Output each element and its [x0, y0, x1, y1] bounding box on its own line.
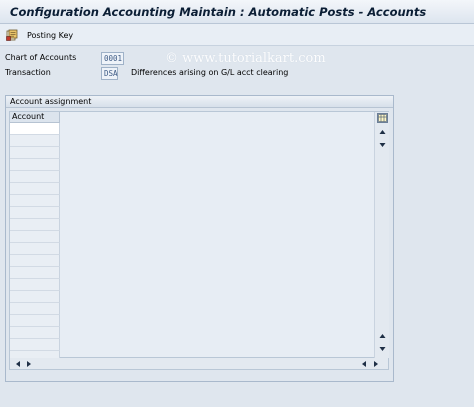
transaction-description: Differences arising on G/L acct clearing — [131, 68, 289, 77]
watermark-text: © www.tutorialkart.com — [165, 51, 326, 66]
chart-of-accounts-label: Chart of Accounts — [5, 53, 77, 62]
table-row[interactable] — [10, 207, 60, 219]
table-row[interactable] — [10, 171, 60, 183]
table-row[interactable] — [10, 327, 60, 339]
table-row[interactable] — [10, 135, 60, 147]
horizontal-scrollbar[interactable] — [9, 358, 389, 370]
posting-key-button[interactable]: Posting Key — [6, 27, 73, 43]
scroll-right-arrow-icon[interactable] — [372, 360, 380, 368]
table-row[interactable] — [10, 303, 60, 315]
account-assignment-group: Account assignment Account — [5, 95, 394, 382]
scroll-up-arrow-icon[interactable] — [378, 332, 387, 340]
vertical-scrollbar[interactable] — [374, 112, 389, 358]
posting-key-label: Posting Key — [27, 30, 74, 40]
transaction-label: Transaction — [5, 68, 51, 77]
table-row[interactable] — [10, 183, 60, 195]
table-row[interactable] — [10, 195, 60, 207]
table-row[interactable] — [10, 291, 60, 303]
scroll-down-arrow-icon[interactable] — [378, 345, 387, 353]
table-row[interactable] — [10, 219, 60, 231]
column-header-account[interactable]: Account — [10, 112, 60, 123]
title-bar: Configuration Accounting Maintain : Auto… — [0, 0, 474, 24]
scroll-left-arrow-icon[interactable] — [360, 360, 368, 368]
scroll-right-arrow-icon[interactable] — [25, 360, 33, 368]
scroll-left-arrow-icon[interactable] — [14, 360, 22, 368]
table-row[interactable] — [10, 123, 60, 135]
table-row[interactable] — [10, 279, 60, 291]
account-table: Account — [9, 111, 389, 363]
posting-key-icon — [6, 29, 18, 41]
table-row[interactable] — [10, 243, 60, 255]
table-row[interactable] — [10, 231, 60, 243]
window-title: Configuration Accounting Maintain : Auto… — [10, 5, 427, 19]
table-row[interactable] — [10, 315, 60, 327]
table-row[interactable] — [10, 339, 60, 351]
table-row[interactable] — [10, 255, 60, 267]
table-row[interactable] — [10, 267, 60, 279]
chart-of-accounts-field[interactable]: 0001 — [101, 52, 124, 65]
table-row[interactable] — [10, 159, 60, 171]
scroll-up-arrow-icon[interactable] — [378, 128, 387, 136]
scroll-down-arrow-icon[interactable] — [378, 141, 387, 149]
account-assignment-title: Account assignment — [10, 97, 92, 106]
transaction-field[interactable]: DSA — [101, 67, 118, 80]
table-row[interactable] — [10, 147, 60, 159]
account-assignment-header: Account assignment — [6, 96, 393, 108]
application-toolbar: Posting Key © www.tutorialkart.com — [0, 24, 474, 66]
table-config-icon[interactable] — [377, 113, 388, 123]
